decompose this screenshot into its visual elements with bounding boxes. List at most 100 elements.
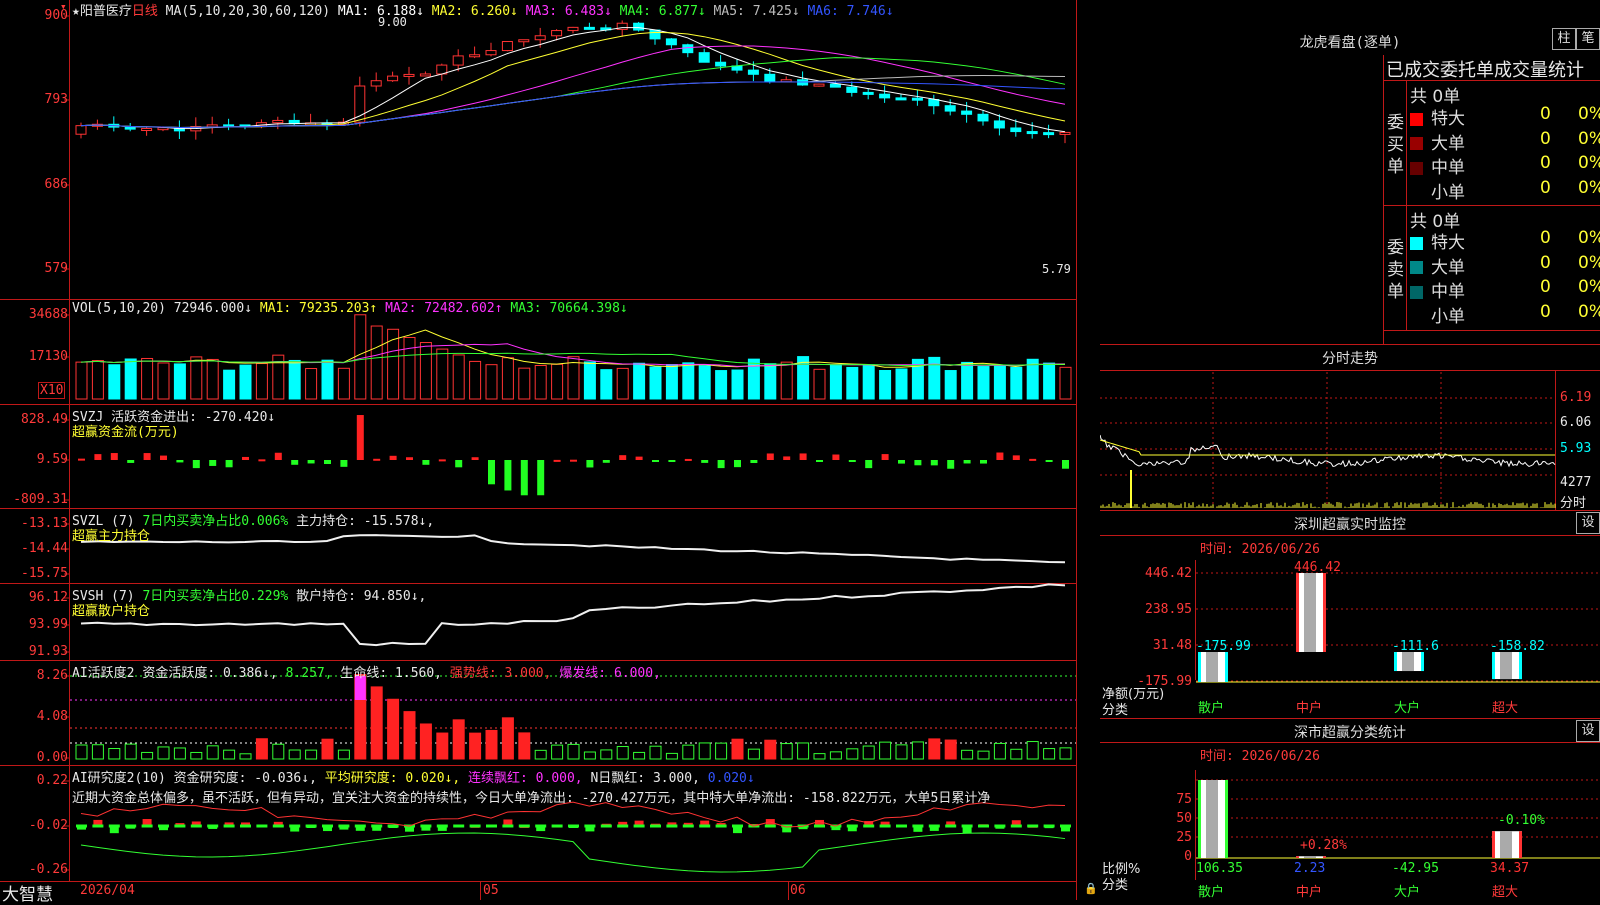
volume-bar (879, 369, 892, 400)
activity-bar (911, 741, 924, 760)
ai-research-value-2: 平均研究度: 0.020↓, (316, 771, 461, 786)
flow-bar (652, 460, 659, 462)
low-mark: 5.79 (1042, 262, 1071, 276)
candle-body (583, 26, 595, 30)
volume-bar (698, 365, 711, 400)
volume-bar (682, 362, 695, 400)
candle-body (911, 97, 923, 101)
sell-swatch-icon (1410, 285, 1423, 299)
stats-time: 时间: 2026/06/26 (1200, 749, 1320, 764)
flow-bar (78, 458, 85, 461)
flow-bar (110, 453, 118, 460)
volume-bars (75, 314, 1072, 400)
volume-bar (403, 336, 416, 400)
monitor-category-3: 大户 (1394, 701, 1421, 716)
activity-bar (157, 746, 170, 760)
chart-canvas[interactable] (0, 0, 1077, 900)
vol-tick-2: 17130 (28, 349, 68, 364)
high-mark: 9.00 (378, 15, 407, 29)
activity-bar (403, 711, 416, 760)
stats-value-3: -42.95 (1392, 861, 1439, 876)
ai-active-value-1: 资金活跃度: 0.386↓, (142, 666, 278, 681)
stats-tick-1: 75 (1176, 792, 1192, 807)
stats-value-1: 106.35 (1196, 861, 1243, 876)
candle-body (387, 75, 399, 82)
period-label[interactable]: 日线 (132, 4, 158, 19)
volume-bar (206, 358, 219, 400)
volume-bar (518, 367, 531, 400)
date-label-1: 2026/04 (80, 883, 135, 898)
candle-body (977, 113, 989, 122)
stats-tick-4: 0 (1184, 849, 1192, 864)
volume-bar (551, 363, 564, 400)
chart-area[interactable]: ★阳普医疗日线 MA(5,10,20,30,60,120) MA1: 6.188… (0, 0, 1098, 905)
stats-category-4: 超大 (1492, 885, 1519, 900)
flow-bar (898, 460, 905, 464)
activity-bar (321, 738, 334, 760)
activity-bar (829, 751, 842, 760)
monitor-value-3: -111.6 (1392, 639, 1439, 654)
monitor-title: 深圳超赢实时监控 (1294, 517, 1406, 533)
activity-bar (518, 732, 531, 760)
activity-bar (616, 746, 629, 760)
activity-bar (337, 749, 350, 760)
candle-body (1043, 132, 1055, 136)
flow-bar (570, 459, 577, 462)
active-tick-3: 0.00 (36, 750, 68, 765)
flow-bar (258, 459, 266, 462)
candle-body (715, 61, 727, 67)
monitor-settings-button[interactable]: 设 (1576, 512, 1600, 534)
activity-bar (1059, 747, 1072, 760)
flow-bar (340, 460, 348, 467)
stats-note-1: +0.28% (1300, 838, 1347, 853)
price-tick-3: 686 (44, 177, 68, 192)
buy-row-name: 特大 (1431, 109, 1465, 129)
activity-bar (272, 743, 285, 760)
activity-bar (485, 729, 498, 760)
flow-bar (471, 457, 479, 460)
activity-bars (70, 674, 1076, 760)
active-tick-1: 8.26 (36, 668, 68, 683)
longhu-subtitle: 已成交委托单成交量统计 (1386, 60, 1584, 81)
monitor-value-2: 446.42 (1294, 560, 1341, 575)
brand-label[interactable]: 大智慧 (2, 880, 53, 905)
buy-side-label: 委买单 (1387, 113, 1404, 177)
stats-bar (1296, 856, 1326, 858)
candle-body (551, 30, 563, 37)
ai-research-value-3: 连续飘红: 0.000, (460, 771, 583, 786)
volume-bar (1010, 366, 1023, 400)
stock-name[interactable]: ★阳普医疗 (72, 4, 132, 19)
candle-body (764, 73, 776, 82)
menu-icon[interactable]: ▾ (60, 0, 67, 13)
ai-research-value-5: 0.020↓ (699, 771, 755, 786)
flow-bar (750, 460, 758, 464)
flow-bar (537, 460, 545, 496)
sell-row-name: 大单 (1431, 257, 1465, 278)
tick-mode-button[interactable]: 笔 (1576, 28, 1600, 50)
price-tick-4: 579 (44, 261, 68, 276)
bar-mode-button[interactable]: 柱 (1552, 28, 1576, 50)
stats-settings-button[interactable]: 设 (1576, 720, 1600, 742)
candle-body (534, 35, 546, 41)
activity-bar (239, 753, 252, 760)
svsh-title: 超赢散户持仓 (72, 604, 151, 619)
intraday-title: 分时走势 (1322, 351, 1378, 367)
candle-body (879, 93, 891, 99)
svzl-tick-2: -14.44 (21, 541, 68, 556)
flow-bar (701, 460, 709, 463)
vol-unit[interactable]: X10 (38, 382, 66, 399)
candle-body (1010, 127, 1022, 133)
buy-row-name: 小单 (1431, 182, 1465, 203)
activity-bar (780, 743, 793, 760)
svsh-tick-3: 91.93 (28, 644, 68, 659)
intraday-tick-3: 5.93 (1560, 441, 1592, 456)
buy-row-4: 小单 0 0% (1410, 178, 1600, 203)
activity-bar (206, 745, 219, 760)
activity-bar (305, 749, 318, 760)
candle-body (354, 85, 366, 123)
sell-row-name: 小单 (1431, 306, 1465, 327)
lock-icon[interactable]: 🔒 (1084, 882, 1098, 895)
svzl-desc1: 7日内买卖净占比0.006% (142, 514, 289, 529)
svzj-tick-2: 9.59 (36, 452, 68, 467)
flow-bar (947, 460, 955, 469)
